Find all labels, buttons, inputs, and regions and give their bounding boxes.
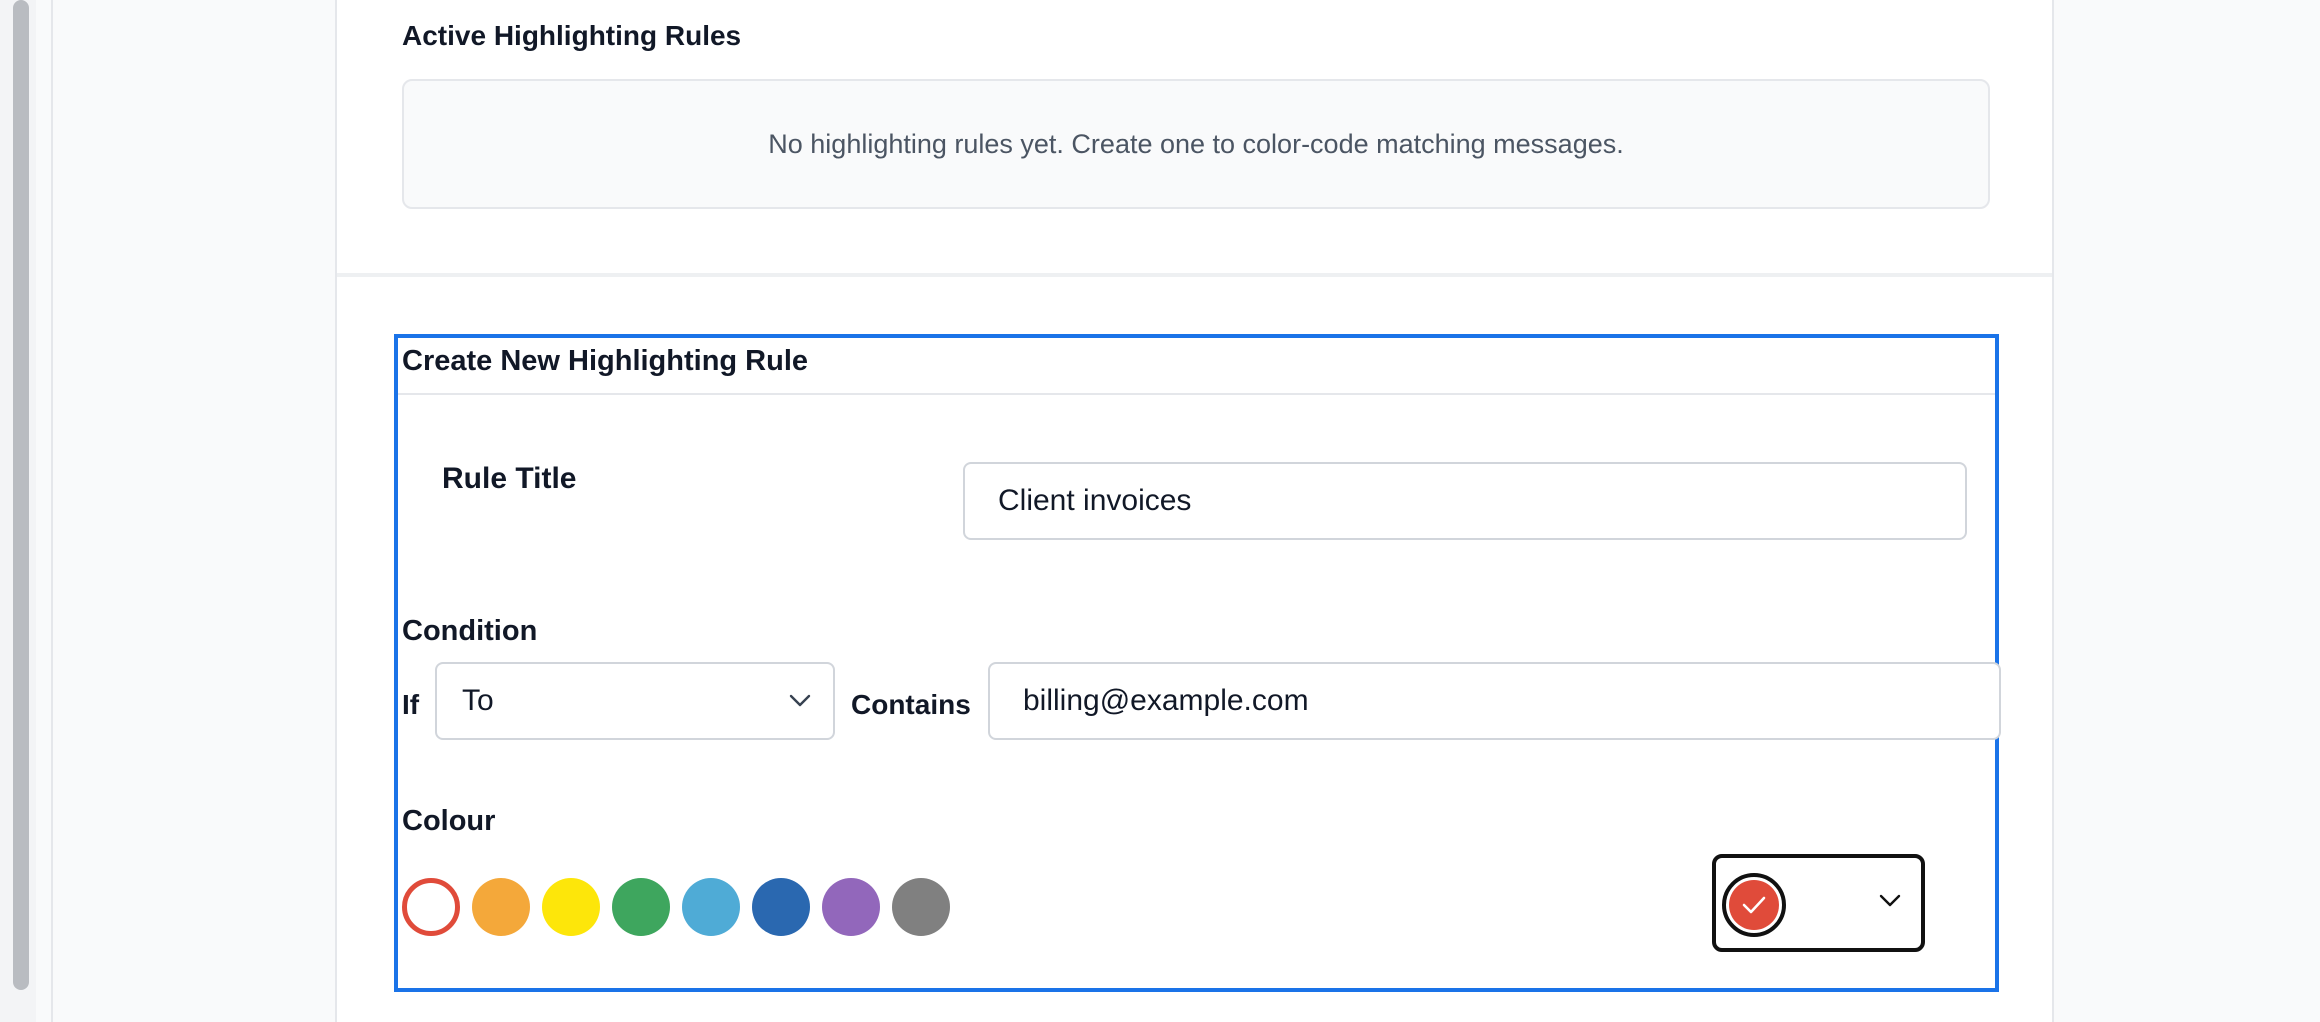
active-rules-title: Active Highlighting Rules	[402, 20, 742, 51]
contains-input[interactable]	[988, 662, 2001, 740]
condition-field-value: To	[462, 684, 494, 717]
sidebar-edge	[51, 0, 53, 1022]
colour-swatch-light-blue[interactable]	[682, 878, 740, 936]
selected-colour-indicator	[1722, 873, 1786, 937]
chevron-down-icon	[1879, 894, 1901, 907]
chevron-down-icon	[789, 694, 811, 707]
colour-label: Colour	[402, 805, 496, 837]
check-icon	[1742, 896, 1766, 914]
rule-title-label: Rule Title	[442, 462, 577, 495]
colour-swatch-orange[interactable]	[472, 878, 530, 936]
condition-field-select[interactable]: To	[435, 662, 835, 740]
colour-swatch-blue[interactable]	[752, 878, 810, 936]
if-label: If	[402, 689, 420, 720]
section-divider	[337, 273, 2052, 277]
colour-swatch-grey[interactable]	[892, 878, 950, 936]
colour-swatch-purple[interactable]	[822, 878, 880, 936]
create-rule-divider	[398, 393, 1995, 395]
contains-label: Contains	[851, 689, 971, 720]
colour-swatches	[402, 878, 950, 936]
colour-picker-dropdown[interactable]	[1712, 854, 1925, 952]
selected-colour-dot	[1729, 880, 1779, 930]
settings-panel: Active Highlighting Rules No highlightin…	[335, 0, 2054, 1022]
colour-swatch-red[interactable]	[402, 878, 460, 936]
rule-title-input[interactable]	[963, 462, 1967, 540]
colour-swatch-yellow[interactable]	[542, 878, 600, 936]
active-rules-empty-state: No highlighting rules yet. Create one to…	[402, 79, 1990, 209]
scrollbar-thumb[interactable]	[13, 0, 29, 990]
condition-label: Condition	[402, 615, 538, 647]
create-rule-title: Create New Highlighting Rule	[402, 345, 809, 377]
colour-swatch-green[interactable]	[612, 878, 670, 936]
create-rule-form: Create New Highlighting Rule Rule Title …	[394, 334, 2001, 992]
empty-state-message: No highlighting rules yet. Create one to…	[768, 128, 1624, 159]
page-scrollbar[interactable]	[0, 0, 36, 1022]
